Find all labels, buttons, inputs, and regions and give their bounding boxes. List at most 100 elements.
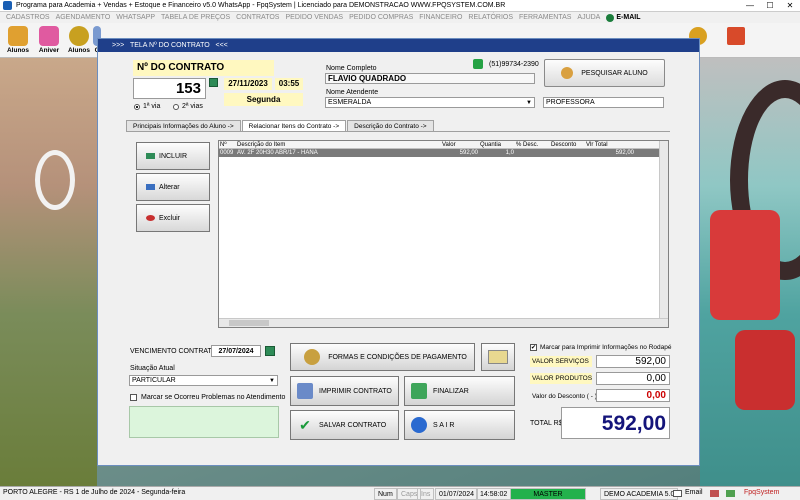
menu-tabela-precos[interactable]: TABELA DE PREÇOS (158, 14, 233, 21)
col-header-quantia[interactable]: Quantia (479, 141, 515, 148)
exit-arrow-icon (411, 417, 427, 433)
menu-whatsapp[interactable]: WHATSAPP (113, 14, 158, 21)
radio-checked-icon (134, 103, 140, 110)
finalizar-button[interactable]: FINALIZAR (404, 376, 515, 406)
col-header-desconto[interactable]: Desconto (550, 141, 585, 148)
formas-pagamento-button[interactable]: FORMAS E CONDIÇÕES DE PAGAMENTO (290, 343, 475, 371)
atendente-select[interactable]: ESMERALDA ▼ (325, 97, 535, 108)
toolbar-aniver-label: Aniver (38, 47, 60, 54)
valor-produtos-label: VALOR PRODUTOS (530, 373, 593, 384)
col-header-num[interactable]: Nº (219, 141, 236, 148)
menu-ferramentas[interactable]: FERRAMENTAS (516, 14, 574, 21)
phone-number: (51)99734-2390 (489, 61, 539, 68)
menu-relatorios[interactable]: RELATÓRIOS (465, 14, 516, 21)
toolbar-aniver-button[interactable]: Aniver (35, 25, 63, 57)
contract-number-label: Nº DO CONTRATO (133, 60, 274, 76)
pesquisar-aluno-label: PESQUISAR ALUNO (581, 69, 648, 77)
menu-cadastros[interactable]: CADASTROS (3, 14, 53, 21)
menu-financeiro[interactable]: FINANCEIRO (416, 14, 465, 21)
chevron-down-icon: ▼ (526, 100, 532, 106)
problemas-label: Marcar se Ocorreu Problemas no Atendimen… (141, 394, 286, 401)
search-student-icon (561, 67, 574, 79)
vencimento-label: VENCIMENTO CONTRATO: (130, 348, 220, 355)
document-icon (488, 350, 508, 364)
finalize-icon (411, 383, 427, 399)
background-photo-detail (710, 210, 780, 320)
menu-email-label: E-MAIL (616, 14, 641, 21)
checkbox-unchecked-icon (130, 394, 137, 401)
delete-icon (146, 215, 155, 221)
cell-descricao: AV. 2F 20H30 ABR/17 - HANA (237, 150, 318, 156)
desktop-background-left (0, 58, 97, 486)
horizontal-scrollbar[interactable] (219, 318, 668, 327)
problemas-checkbox[interactable]: Marcar se Ocorreu Problemas no Atendimen… (130, 394, 285, 401)
vencimento-field[interactable]: 27/07/2024 (211, 345, 261, 357)
status-num: Num (374, 488, 397, 500)
close-button[interactable]: ✕ (780, 0, 800, 12)
total-label: TOTAL R$ (530, 420, 563, 427)
calendar-icon[interactable] (265, 346, 275, 356)
vertical-scrollbar[interactable] (659, 141, 668, 319)
sair-label: S A I R (433, 421, 455, 429)
via2-radio[interactable]: 2ª vias (173, 103, 203, 110)
whatsapp-icon[interactable] (473, 59, 483, 69)
toolbar-alunos2-button[interactable]: Alunos (65, 25, 93, 57)
status-master: MASTER (510, 488, 586, 500)
excluir-button[interactable]: Excluir (136, 204, 210, 232)
atendente-label: Nome Atendente (326, 89, 379, 96)
email-icon[interactable] (673, 490, 682, 497)
via2-label: 2ª vias (182, 103, 203, 110)
pesquisar-aluno-button[interactable]: PESQUISAR ALUNO (544, 59, 665, 87)
situacao-select[interactable]: PARTICULAR ▼ (129, 375, 278, 386)
checkbox-checked-icon: ✔ (530, 344, 537, 351)
alterar-label: Alterar (159, 183, 180, 191)
background-photo-detail (735, 330, 795, 410)
checkmark-icon: ✔ (299, 417, 311, 433)
exit-door-icon[interactable] (727, 27, 745, 45)
col-header-descricao[interactable]: Descrição do Item (236, 141, 441, 148)
contract-weekday: Segunda (224, 93, 303, 106)
cell-vlr-total: 592,00 (615, 150, 634, 156)
maximize-button[interactable]: ☐ (760, 0, 780, 12)
status-brand: FpqSystem (744, 489, 780, 496)
menu-pedido-vendas[interactable]: PEDIDO VENDAS (282, 14, 346, 21)
flag-icon (710, 490, 719, 497)
imprimir-contrato-label: IMPRIMIR CONTRATO (319, 387, 392, 395)
salvar-contrato-button[interactable]: ✔ SALVAR CONTRATO (290, 410, 399, 440)
menu-pedido-compras[interactable]: PEDIDO COMPRAS (346, 14, 416, 21)
marcar-rodape-checkbox[interactable]: ✔ Marcar para Imprimir Informações no Ro… (530, 344, 672, 351)
problemas-notes[interactable] (129, 406, 279, 438)
table-row[interactable]: 0009 AV. 2F 20H30 ABR/17 - HANA 592,00 1… (219, 149, 668, 157)
col-header-valor[interactable]: Valor (441, 141, 479, 148)
cell-valor: 592,00 (459, 150, 478, 156)
students-icon (8, 26, 28, 46)
nome-field[interactable]: FLAVIO QUADRADO (325, 73, 535, 84)
status-email[interactable]: Email (685, 489, 703, 496)
imprimir-contrato-button[interactable]: IMPRIMIR CONTRATO (290, 376, 399, 406)
toolbar-alunos-label: Alunos (6, 47, 30, 54)
cell-num: 0009 (220, 150, 234, 156)
alterar-button[interactable]: Alterar (136, 173, 210, 201)
minimize-button[interactable]: — (740, 0, 760, 12)
situacao-label: Situação Atual (130, 365, 175, 372)
sair-button[interactable]: S A I R (404, 410, 515, 440)
menu-contratos[interactable]: CONTRATOS (233, 14, 282, 21)
toolbar-alunos-button[interactable]: Alunos (4, 25, 32, 57)
calendar-icon[interactable] (209, 78, 218, 87)
menu-email[interactable]: E-MAIL (603, 13, 643, 22)
via1-radio[interactable]: 1ª via (134, 103, 160, 110)
payment-notes-button[interactable] (481, 343, 515, 371)
contract-dialog: >>> TELA Nº DO CONTRATO <<< Nº DO CONTRA… (97, 38, 700, 466)
col-header-vlr-total[interactable]: Vlr Total (585, 141, 645, 148)
add-icon (146, 153, 155, 159)
incluir-button[interactable]: INCLUIR (136, 142, 210, 170)
toolbar-alunos2-label: Alunos (67, 47, 91, 54)
scrollbar-thumb[interactable] (229, 320, 269, 326)
col-header-desc-pct[interactable]: % Desc. (515, 141, 550, 148)
marcar-rodape-label: Marcar para Imprimir Informações no Roda… (540, 344, 672, 351)
menu-ajuda[interactable]: AJUDA (574, 14, 603, 21)
items-table[interactable]: Nº Descrição do Item Valor Quantia % Des… (218, 140, 669, 328)
coins-icon (69, 26, 89, 46)
menu-agendamento[interactable]: AGENDAMENTO (53, 14, 114, 21)
contract-number-field[interactable]: 153 (133, 78, 206, 99)
